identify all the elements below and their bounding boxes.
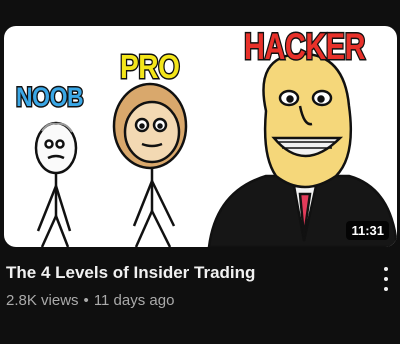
noob-character bbox=[34, 121, 78, 247]
pro-character bbox=[112, 82, 188, 247]
video-thumbnail[interactable]: NOOB PRO HACKER 11:31 bbox=[4, 26, 397, 247]
view-count: 2.8K views bbox=[6, 292, 79, 309]
duration-badge: 11:31 bbox=[346, 221, 389, 240]
dot bbox=[384, 277, 388, 281]
video-metadata: 2.8K views • 11 days ago bbox=[6, 292, 174, 309]
hacker-character bbox=[207, 52, 397, 247]
hacker-label: HACKER bbox=[243, 26, 367, 67]
noob-label: NOOB bbox=[15, 82, 85, 112]
pro-label: PRO bbox=[119, 48, 181, 85]
video-title[interactable]: The 4 Levels of Insider Trading bbox=[6, 263, 255, 283]
dot bbox=[384, 267, 388, 271]
dot bbox=[384, 287, 388, 291]
separator-dot: • bbox=[83, 292, 89, 309]
more-vertical-icon[interactable] bbox=[376, 265, 396, 293]
upload-age: 11 days ago bbox=[93, 292, 175, 309]
